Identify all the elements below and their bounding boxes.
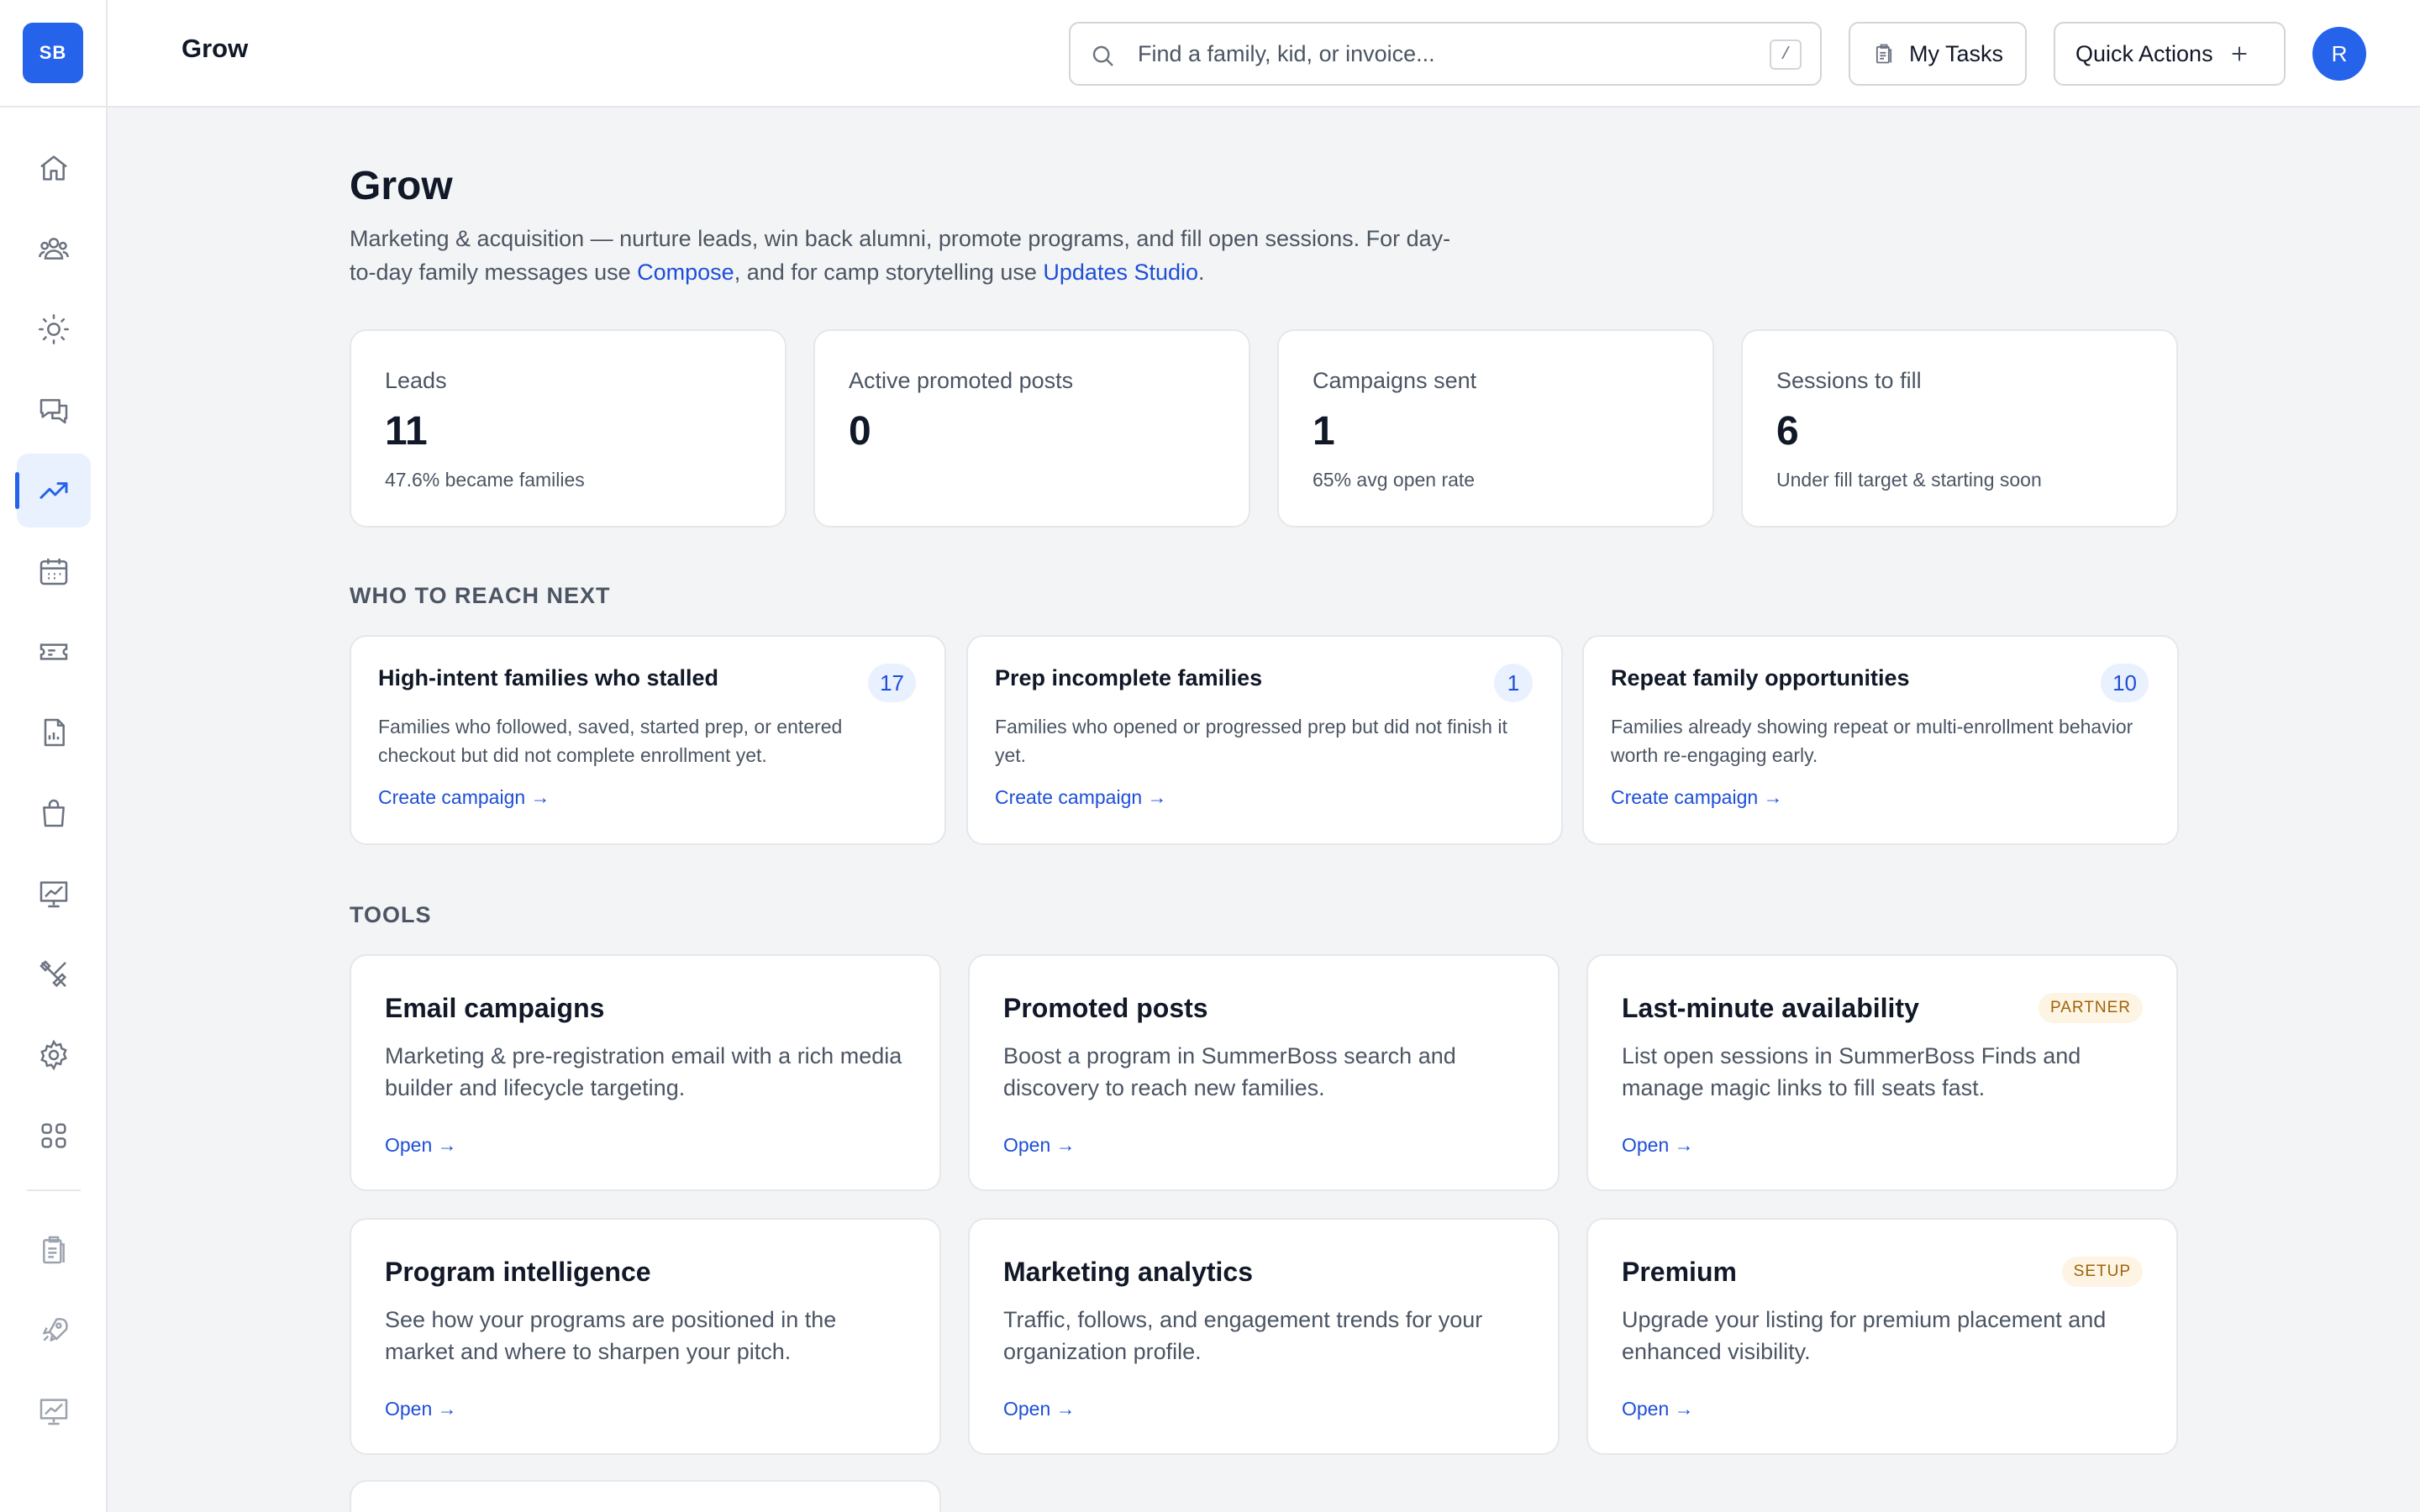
tool-card-title: Email campaigns (385, 993, 605, 1023)
stat-subtext: Under fill target & starting soon (1776, 469, 2042, 491)
tools-section-heading: TOOLS (350, 902, 432, 927)
quick-actions-button[interactable]: Quick Actions (2054, 22, 2286, 86)
tool-card-description: See how your programs are positioned in … (385, 1307, 837, 1364)
updates-studio-link[interactable]: Updates Studio (1043, 260, 1198, 285)
stat-label: Active promoted posts (849, 368, 1074, 393)
stat-card-campaigns-sent: Campaigns sent 1 65% avg open rate (1277, 329, 1714, 528)
home-icon[interactable] (17, 131, 91, 205)
report-icon[interactable] (17, 696, 91, 769)
stat-subtext: 47.6% became families (385, 469, 585, 491)
compose-link[interactable]: Compose (637, 260, 734, 285)
reach-card-description: Families already showing repeat or multi… (1611, 716, 2133, 766)
tasks-icon (1876, 44, 1892, 64)
top-bar: Grow / My Tasks Quick Actions R (108, 0, 2420, 108)
tools-icon[interactable] (17, 937, 91, 1011)
presentation-icon[interactable] (17, 1374, 91, 1448)
sidebar-divider (27, 1189, 81, 1191)
desc-middle: , and for camp storytelling use (734, 260, 1044, 285)
reach-card-title: Prep incomplete families (995, 665, 1263, 690)
create-campaign-link[interactable]: Create campaign → (1611, 786, 1783, 809)
tool-card-description: Traffic, follows, and engagement trends … (1003, 1307, 1483, 1364)
page-title: Grow (350, 164, 453, 208)
reach-card-title: High-intent families who stalled (378, 665, 719, 690)
stat-value: 1 (1313, 409, 1335, 454)
tool-card-marketing-analytics[interactable]: Marketing analytics Traffic, follows, an… (968, 1218, 1560, 1455)
logo-area: SB (0, 0, 106, 108)
apps-icon[interactable] (17, 1099, 91, 1173)
people-icon[interactable] (17, 212, 91, 286)
stat-value: 0 (849, 409, 871, 454)
open-link[interactable]: Open → (385, 1398, 457, 1420)
tool-card-title: Last-minute availability (1622, 993, 1919, 1023)
reach-card-description: Families who followed, saved, started pr… (378, 716, 843, 766)
desc-suffix: . (1198, 260, 1205, 285)
stat-subtext: 65% avg open rate (1313, 469, 1476, 491)
tool-card-description: Marketing & pre-registration email with … (385, 1043, 902, 1100)
app-logo[interactable]: SB (23, 23, 83, 83)
stat-value: 6 (1776, 409, 1799, 454)
setup-badge: SETUP (2061, 1257, 2143, 1287)
open-link[interactable]: Open → (1622, 1398, 1694, 1420)
sun-icon[interactable] (17, 292, 91, 366)
calendar-icon[interactable] (17, 534, 91, 608)
stat-label: Campaigns sent (1313, 368, 1477, 393)
open-link[interactable]: Open → (1622, 1134, 1694, 1157)
reach-card-stalled[interactable]: High-intent families who stalled 17 Fami… (350, 635, 946, 845)
rocket-icon[interactable] (17, 1294, 91, 1368)
reach-section-heading: WHO TO REACH NEXT (350, 583, 611, 608)
create-campaign-link[interactable]: Create campaign → (995, 786, 1167, 809)
page-description: Marketing & acquisition — nurture leads,… (350, 222, 1459, 289)
tool-card-title: Program intelligence (385, 1257, 651, 1287)
reach-card-title: Repeat family opportunities (1611, 665, 1910, 690)
reach-count-badge: 17 (868, 664, 916, 702)
stat-card-promoted-posts: Active promoted posts 0 (813, 329, 1250, 528)
sidebar: SB (0, 0, 108, 1512)
search-box[interactable]: / (1069, 22, 1822, 86)
chart-board-icon[interactable] (17, 857, 91, 931)
stat-label: Leads (385, 368, 447, 393)
tool-card-premium[interactable]: Premium SETUP Upgrade your listing for p… (1586, 1218, 2178, 1455)
clipboard-icon[interactable] (17, 1213, 91, 1287)
reach-card-prep-incomplete[interactable]: Prep incomplete families 1 Families who … (966, 635, 1563, 845)
reach-card-repeat-families[interactable]: Repeat family opportunities 10 Families … (1582, 635, 2179, 845)
plus-icon (2232, 46, 2247, 61)
open-link[interactable]: Open → (1003, 1134, 1076, 1157)
tool-card-title: Marketing analytics (1003, 1257, 1253, 1287)
stat-card-leads: Leads 11 47.6% became families (350, 329, 786, 528)
bag-icon[interactable] (17, 776, 91, 850)
my-tasks-button[interactable]: My Tasks (1849, 22, 2027, 86)
my-tasks-label: My Tasks (1909, 40, 2004, 66)
reach-card-description: Families who opened or progressed prep b… (995, 716, 1507, 766)
tool-card-description: List open sessions in SummerBoss Finds a… (1622, 1043, 2081, 1100)
tool-card-promoted-posts[interactable]: Promoted posts Boost a program in Summer… (968, 954, 1560, 1191)
tool-card-program-intelligence[interactable]: Program intelligence See how your progra… (350, 1218, 941, 1455)
partner-badge: PARTNER (2038, 993, 2143, 1023)
tool-card-title: Promoted posts (1003, 993, 1208, 1023)
gear-icon[interactable] (17, 1018, 91, 1092)
tool-card-email-campaigns[interactable]: Email campaigns Marketing & pre-registra… (350, 954, 941, 1191)
open-link[interactable]: Open → (385, 1134, 457, 1157)
tool-card-description: Boost a program in SummerBoss search and… (1003, 1043, 1456, 1100)
stat-card-sessions-to-fill: Sessions to fill 6 Under fill target & s… (1741, 329, 2178, 528)
reach-count-badge: 1 (1494, 664, 1533, 702)
quick-actions-label: Quick Actions (2075, 40, 2213, 66)
tool-card-description: Upgrade your listing for premium placeme… (1622, 1307, 2107, 1364)
search-icon (1092, 45, 1113, 66)
trending-icon[interactable] (15, 454, 91, 528)
open-link[interactable]: Open → (1003, 1398, 1076, 1420)
chat-icon[interactable] (17, 373, 91, 447)
topbar-title: Grow (182, 34, 249, 63)
tool-card-partial (350, 1480, 941, 1512)
search-input[interactable] (1138, 24, 1726, 84)
ticket-icon[interactable] (17, 615, 91, 689)
tool-card-last-minute-availability[interactable]: Last-minute availability PARTNER List op… (1586, 954, 2178, 1191)
reach-count-badge: 10 (2101, 664, 2149, 702)
stat-label: Sessions to fill (1776, 368, 1922, 393)
create-campaign-link[interactable]: Create campaign → (378, 786, 550, 809)
tool-card-title: Premium (1622, 1257, 1737, 1287)
search-shortcut-key: / (1770, 39, 1802, 70)
stat-value: 11 (385, 409, 428, 454)
user-avatar[interactable]: R (2312, 27, 2366, 81)
